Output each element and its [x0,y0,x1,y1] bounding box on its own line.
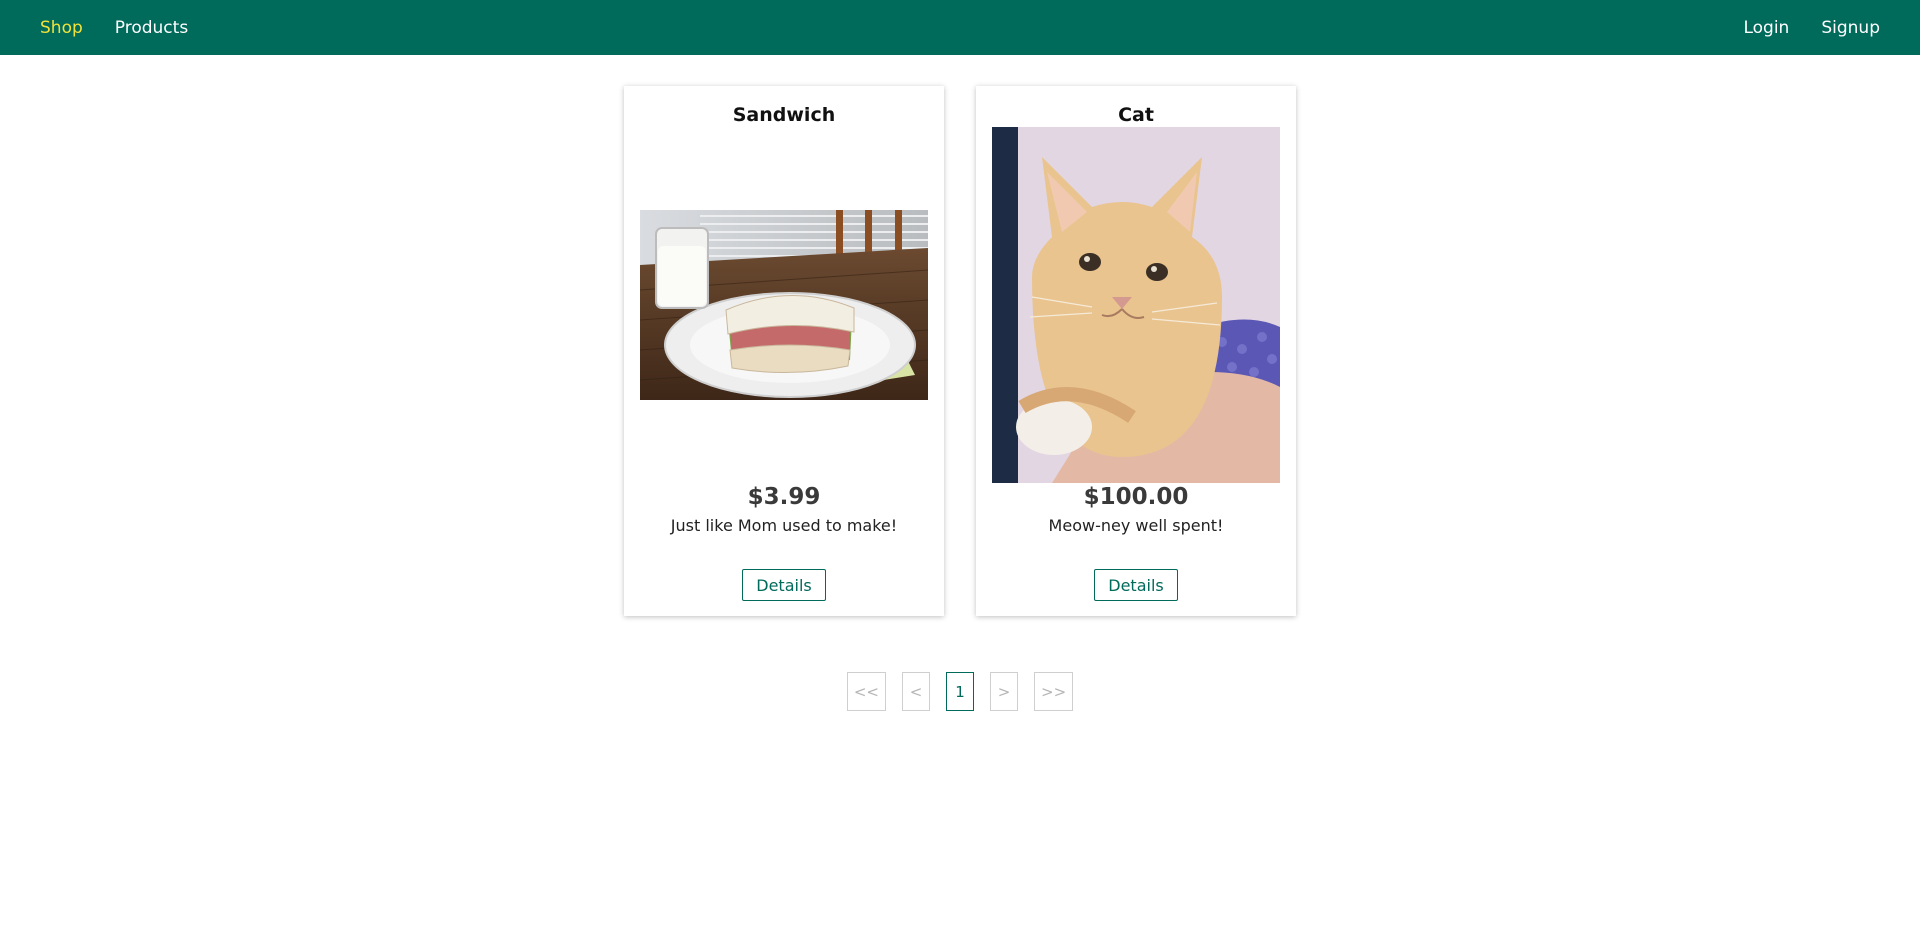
product-card-cat: Cat $100.00 Meow-ney well spent! Details [976,86,1296,616]
prev-page-button[interactable]: < [902,672,930,711]
nav-link-products[interactable]: Products [115,18,188,38]
product-list: Sandwich $3.99 Just like Mom used to mak… [0,86,1920,616]
cat-image [992,127,1280,483]
nav-link-signup[interactable]: Signup [1821,18,1880,38]
product-description: Just like Mom used to make! [670,516,898,535]
nav-link-shop[interactable]: Shop [40,18,83,38]
last-page-button[interactable]: >> [1034,672,1074,711]
top-navbar: Shop Products Login Signup [0,0,1920,55]
details-button[interactable]: Details [742,569,826,601]
product-description: Meow-ney well spent! [1048,516,1224,535]
next-page-button[interactable]: > [990,672,1018,711]
pagination: << < 1 > >> [0,672,1920,711]
details-button[interactable]: Details [1094,569,1178,601]
nav-left: Shop Products [40,18,188,38]
nav-right: Login Signup [1743,18,1880,38]
product-price: $3.99 [747,484,821,510]
page-button-current[interactable]: 1 [946,672,974,711]
first-page-button[interactable]: << [846,672,886,711]
nav-link-login[interactable]: Login [1743,18,1789,38]
sandwich-image [640,210,928,400]
product-price: $100.00 [1083,484,1189,510]
product-title: Cat [1118,104,1154,126]
product-card-sandwich: Sandwich $3.99 Just like Mom used to mak… [624,86,944,616]
product-title: Sandwich [732,104,836,126]
